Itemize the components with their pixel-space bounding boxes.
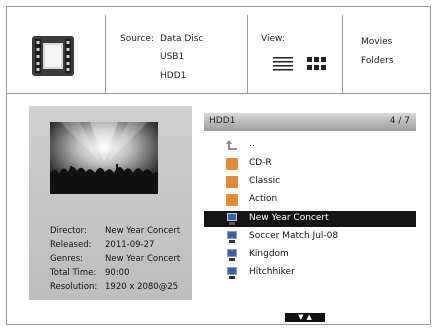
list-item-up[interactable]: ..: [204, 137, 416, 153]
folder-icon: [226, 176, 238, 188]
folder-icon: [226, 158, 238, 170]
video-thumbnail: [50, 122, 158, 194]
list-item-folder[interactable]: CD-R: [204, 156, 416, 172]
list-item-video[interactable]: Soccer Match Jul-08: [204, 229, 416, 245]
list-view-icon[interactable]: [273, 57, 293, 71]
film-strip-icon: [32, 36, 74, 76]
view-label: View:: [261, 34, 285, 44]
header-divider: [342, 15, 343, 93]
grid-view-icon[interactable]: [307, 57, 327, 71]
folder-icon: [226, 194, 238, 206]
scroll-up-icon: ▲: [306, 313, 312, 321]
info-row-total-time: Total Time: 90:00: [50, 268, 130, 278]
scroll-down-icon: ▼: [298, 313, 304, 321]
info-row-genres: Genres: New Year Concert: [50, 254, 181, 264]
list-position: 4 / 7: [389, 116, 410, 126]
up-arrow-icon: [226, 140, 237, 150]
video-file-icon: [227, 213, 237, 225]
mode-movies[interactable]: Movies: [361, 37, 392, 47]
list-header: HDD1 4 / 7: [204, 113, 416, 131]
source-option-data-disc[interactable]: Data Disc: [160, 34, 203, 44]
source-option-hdd1[interactable]: HDD1: [160, 71, 186, 81]
mode-folders[interactable]: Folders: [361, 56, 394, 66]
header-divider: [247, 15, 248, 93]
list-item-folder[interactable]: Classic: [204, 174, 416, 190]
list-title: HDD1: [209, 116, 236, 126]
header-separator: [7, 93, 430, 94]
info-row-resolution: Resolution: 1920 x 2080@25: [50, 282, 179, 292]
info-row-released: Released: 2011-09-27: [50, 240, 155, 250]
view-options: [273, 57, 327, 71]
header-divider: [105, 15, 106, 93]
scroll-indicator[interactable]: ▼ ▲: [285, 313, 325, 322]
list-item-folder[interactable]: Action: [204, 192, 416, 208]
info-panel: Director: New Year Concert Released: 2011-…: [29, 106, 192, 300]
list-item-video[interactable]: Kingdom: [204, 247, 416, 263]
info-row-director: Director: New Year Concert: [50, 226, 181, 236]
source-option-usb1[interactable]: USB1: [160, 52, 184, 62]
media-browser-frame: Source: Data Disc USB1 HDD1 View: Movies…: [6, 6, 431, 325]
video-file-icon: [227, 231, 237, 243]
video-file-icon: [227, 249, 237, 261]
list-item-video[interactable]: Hitchhiker: [204, 265, 416, 281]
video-file-icon: [227, 267, 237, 279]
list-item-selected[interactable]: New Year Concert: [204, 211, 416, 227]
header: Source: Data Disc USB1 HDD1 View: Movies…: [7, 7, 430, 93]
source-label: Source:: [120, 34, 154, 44]
